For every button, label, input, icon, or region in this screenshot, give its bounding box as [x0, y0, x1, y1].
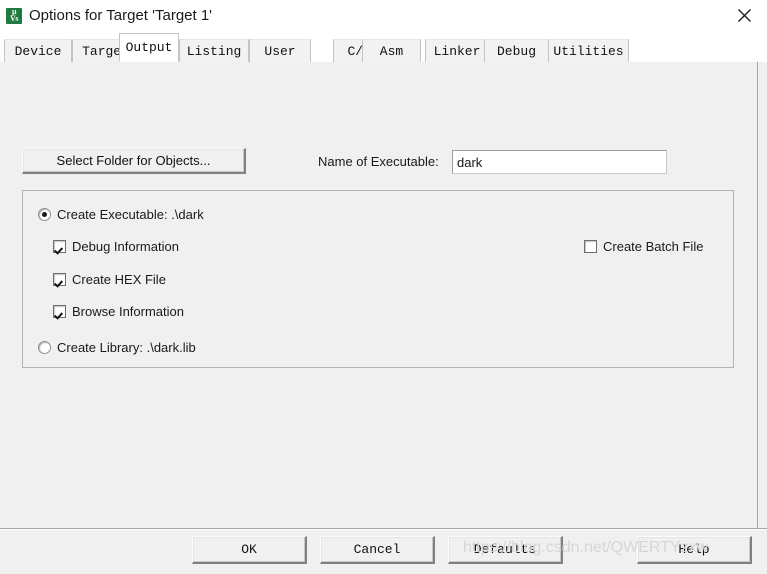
defaults-button[interactable]: Defaults	[448, 536, 563, 564]
create-library-radio[interactable]: Create Library: .\dark.lib	[38, 340, 196, 355]
panel-right-edge	[757, 62, 758, 528]
create-library-label: Create Library: .\dark.lib	[57, 340, 196, 355]
tab-linker[interactable]: Linker	[425, 39, 489, 62]
tab-utilities[interactable]: Utilities	[548, 39, 629, 62]
footer-separator-highlight	[0, 529, 767, 530]
debug-information-label: Debug Information	[72, 239, 179, 254]
help-button[interactable]: Help	[637, 536, 752, 564]
create-executable-label: Create Executable: .\dark	[57, 207, 204, 222]
checkbox-indicator	[53, 273, 66, 286]
checkbox-indicator	[53, 305, 66, 318]
name-of-executable-label: Name of Executable:	[318, 154, 439, 169]
cancel-button[interactable]: Cancel	[320, 536, 435, 564]
tab-listing[interactable]: Listing	[179, 39, 249, 62]
checkbox-indicator	[53, 240, 66, 253]
radio-indicator	[38, 208, 51, 221]
title-bar: μ Vs Options for Target 'Target 1'	[0, 0, 767, 31]
tab-device[interactable]: Device	[4, 39, 72, 62]
browse-information-checkbox[interactable]: Browse Information	[53, 304, 184, 319]
ok-button[interactable]: OK	[192, 536, 307, 564]
create-executable-radio[interactable]: Create Executable: .\dark	[38, 207, 204, 222]
create-batch-file-checkbox[interactable]: Create Batch File	[584, 239, 703, 254]
select-folder-for-objects-button[interactable]: Select Folder for Objects...	[22, 148, 246, 174]
window-title: Options for Target 'Target 1'	[29, 7, 213, 24]
create-hex-file-label: Create HEX File	[72, 272, 166, 287]
tab-user[interactable]: User	[249, 39, 311, 62]
dialog-body: Select Folder for Objects... Name of Exe…	[0, 62, 767, 574]
checkbox-indicator	[584, 240, 597, 253]
browse-information-label: Browse Information	[72, 304, 184, 319]
tab-debug[interactable]: Debug	[484, 39, 549, 62]
name-of-executable-input[interactable]	[452, 150, 667, 174]
radio-indicator	[38, 341, 51, 354]
debug-information-checkbox[interactable]: Debug Information	[53, 239, 179, 254]
create-batch-file-label: Create Batch File	[603, 239, 704, 254]
close-icon[interactable]	[721, 0, 767, 31]
create-hex-file-checkbox[interactable]: Create HEX File	[53, 272, 166, 287]
tab-asm[interactable]: Asm	[362, 39, 421, 62]
tab-output[interactable]: Output	[119, 33, 179, 62]
tab-strip: Device Target Output Listing User C/C++ …	[0, 31, 767, 63]
keil-uvision-icon: μ Vs	[6, 7, 22, 24]
